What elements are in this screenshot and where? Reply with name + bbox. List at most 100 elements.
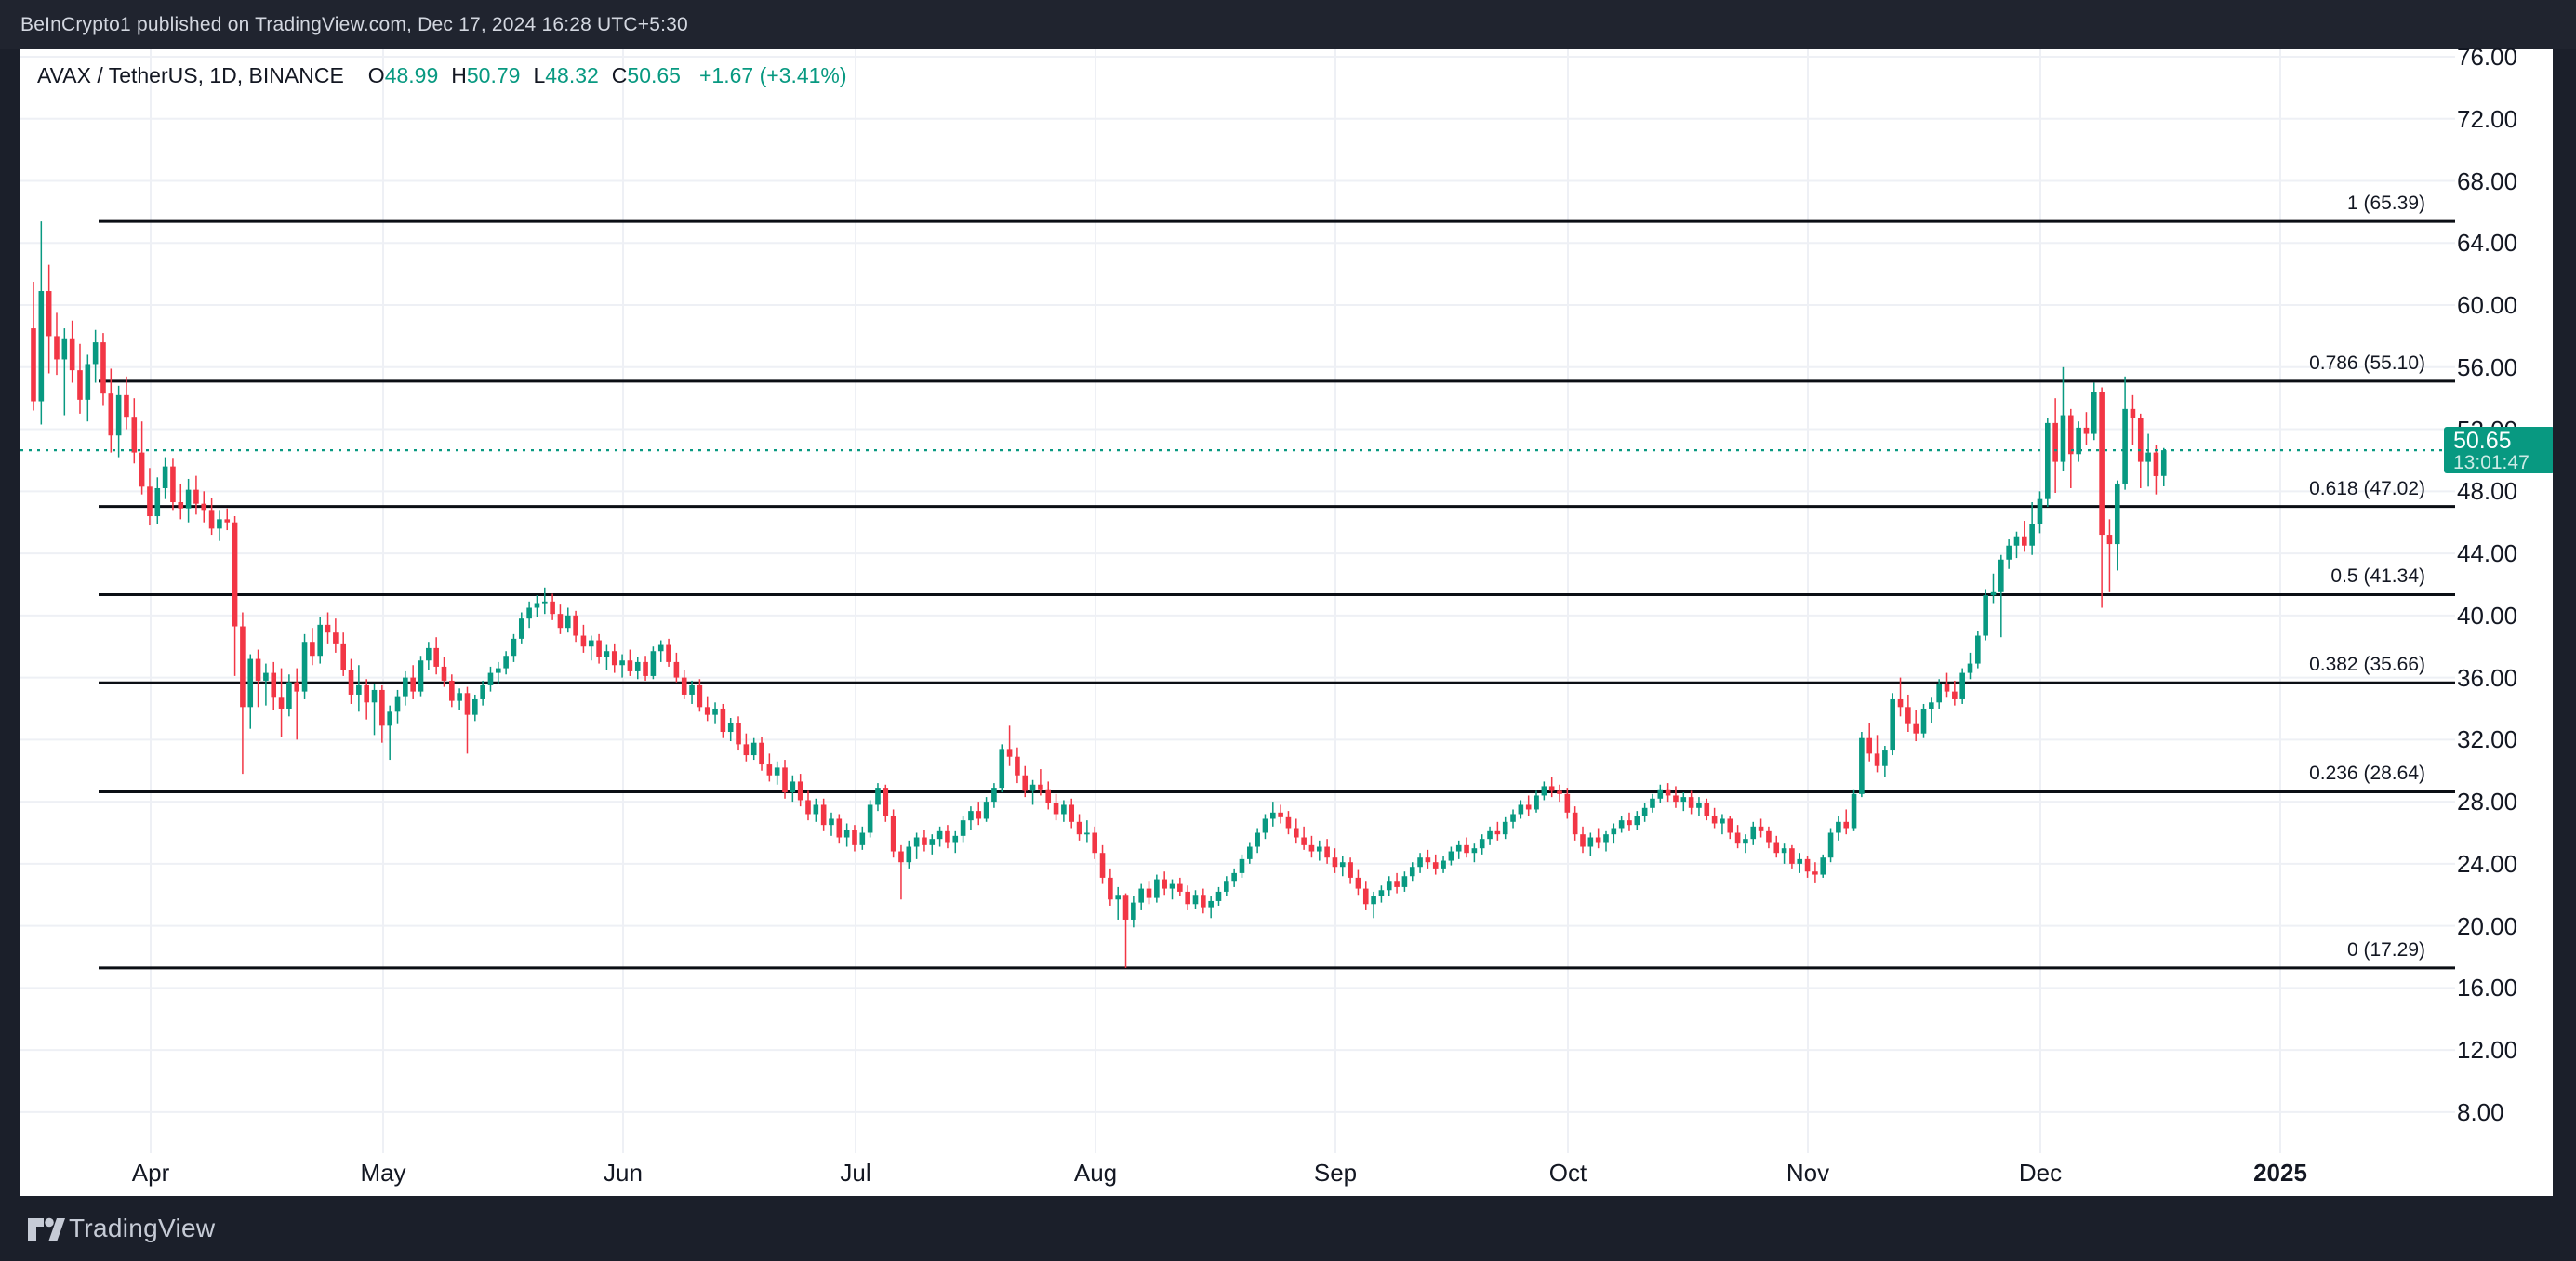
candle[interactable] bbox=[201, 491, 206, 522]
candle[interactable] bbox=[1650, 794, 1655, 813]
candle[interactable] bbox=[465, 687, 471, 754]
candle[interactable] bbox=[604, 645, 610, 670]
candle[interactable] bbox=[1612, 823, 1617, 843]
candle[interactable] bbox=[1084, 820, 1090, 842]
candle[interactable] bbox=[279, 669, 285, 737]
candle[interactable] bbox=[2006, 539, 2012, 569]
candle[interactable] bbox=[573, 611, 578, 642]
candle[interactable] bbox=[999, 744, 1004, 792]
candle[interactable] bbox=[666, 639, 671, 667]
candle[interactable] bbox=[1208, 896, 1214, 918]
tradingview-logo-icon[interactable] bbox=[26, 1215, 67, 1244]
candle[interactable] bbox=[1294, 818, 1299, 843]
candle[interactable] bbox=[256, 650, 261, 708]
candle[interactable] bbox=[519, 613, 524, 644]
candle[interactable] bbox=[751, 738, 757, 760]
candle[interactable] bbox=[1340, 856, 1346, 877]
candle[interactable] bbox=[1433, 855, 1439, 875]
candle[interactable] bbox=[46, 265, 52, 374]
candle[interactable] bbox=[868, 800, 873, 837]
candle[interactable] bbox=[651, 646, 657, 679]
candle[interactable] bbox=[535, 595, 540, 617]
candle[interactable] bbox=[1464, 838, 1469, 858]
candle[interactable] bbox=[1402, 871, 1408, 892]
candle[interactable] bbox=[2099, 387, 2105, 607]
candle[interactable] bbox=[2076, 421, 2081, 461]
candle[interactable] bbox=[1061, 800, 1067, 821]
candle[interactable] bbox=[294, 669, 299, 740]
candle[interactable] bbox=[1952, 681, 1958, 706]
candle[interactable] bbox=[984, 797, 989, 822]
candle[interactable] bbox=[1410, 862, 1415, 881]
candle[interactable] bbox=[387, 706, 392, 760]
candle[interactable] bbox=[116, 386, 122, 458]
candle[interactable] bbox=[721, 704, 726, 738]
candle[interactable] bbox=[1286, 811, 1292, 834]
candle[interactable] bbox=[1108, 869, 1113, 906]
candle[interactable] bbox=[286, 674, 292, 716]
candle[interactable] bbox=[2038, 491, 2043, 533]
candle[interactable] bbox=[154, 477, 160, 524]
candle[interactable] bbox=[937, 827, 943, 847]
candle[interactable] bbox=[1348, 857, 1353, 883]
candle[interactable] bbox=[1231, 869, 1237, 887]
candle[interactable] bbox=[1224, 876, 1229, 896]
candle[interactable] bbox=[2052, 398, 2058, 493]
candle[interactable] bbox=[1162, 871, 1167, 895]
candle[interactable] bbox=[1193, 890, 1199, 909]
candle[interactable] bbox=[1805, 856, 1811, 878]
candle[interactable] bbox=[1263, 814, 1268, 839]
candle[interactable] bbox=[1333, 848, 1338, 873]
candle[interactable] bbox=[1387, 876, 1392, 896]
candle[interactable] bbox=[1696, 797, 1702, 816]
candle[interactable] bbox=[1603, 831, 1609, 852]
candle[interactable] bbox=[1673, 786, 1679, 807]
candle[interactable] bbox=[1921, 704, 1927, 738]
candle[interactable] bbox=[1580, 827, 1586, 853]
candle[interactable] bbox=[1007, 725, 1013, 765]
candle[interactable] bbox=[1324, 839, 1330, 864]
candle[interactable] bbox=[1852, 790, 1857, 831]
candle[interactable] bbox=[364, 679, 369, 719]
candle[interactable] bbox=[1255, 828, 1260, 853]
candle[interactable] bbox=[1394, 873, 1400, 894]
candle[interactable] bbox=[1123, 894, 1129, 968]
candle[interactable] bbox=[480, 681, 485, 706]
candle[interactable] bbox=[1843, 809, 1849, 834]
candle[interactable] bbox=[712, 702, 718, 723]
candle[interactable] bbox=[170, 458, 176, 510]
last-price-badge[interactable]: 50.65 13:01:47 bbox=[2444, 427, 2555, 473]
candle[interactable] bbox=[1363, 881, 1369, 910]
candle[interactable] bbox=[1635, 811, 1640, 830]
candle[interactable] bbox=[860, 827, 866, 850]
candle[interactable] bbox=[1510, 809, 1516, 828]
candle[interactable] bbox=[790, 776, 796, 802]
candle[interactable] bbox=[952, 831, 958, 853]
candle[interactable] bbox=[349, 659, 354, 704]
candle[interactable] bbox=[844, 823, 850, 846]
candle[interactable] bbox=[1526, 795, 1532, 816]
candle[interactable] bbox=[433, 637, 439, 674]
candle[interactable] bbox=[1356, 870, 1361, 896]
candle[interactable] bbox=[317, 617, 323, 664]
candle[interactable] bbox=[1983, 589, 1988, 640]
candle[interactable] bbox=[1131, 896, 1136, 927]
candle[interactable] bbox=[1596, 828, 1601, 848]
candle[interactable] bbox=[457, 688, 462, 710]
candle[interactable] bbox=[1147, 881, 1152, 904]
candle[interactable] bbox=[929, 834, 935, 855]
candle[interactable] bbox=[1743, 834, 1748, 853]
candle[interactable] bbox=[612, 644, 617, 673]
candle[interactable] bbox=[2061, 367, 2066, 471]
candle[interactable] bbox=[39, 221, 45, 424]
candle[interactable] bbox=[1449, 847, 1454, 866]
candle[interactable] bbox=[1487, 827, 1493, 845]
candle[interactable] bbox=[635, 657, 641, 679]
candle[interactable] bbox=[247, 655, 253, 729]
candle[interactable] bbox=[1278, 804, 1283, 823]
candle[interactable] bbox=[302, 634, 308, 699]
candle[interactable] bbox=[1371, 892, 1376, 918]
candle[interactable] bbox=[565, 607, 571, 632]
candle[interactable] bbox=[449, 674, 455, 707]
candle[interactable] bbox=[496, 662, 501, 684]
